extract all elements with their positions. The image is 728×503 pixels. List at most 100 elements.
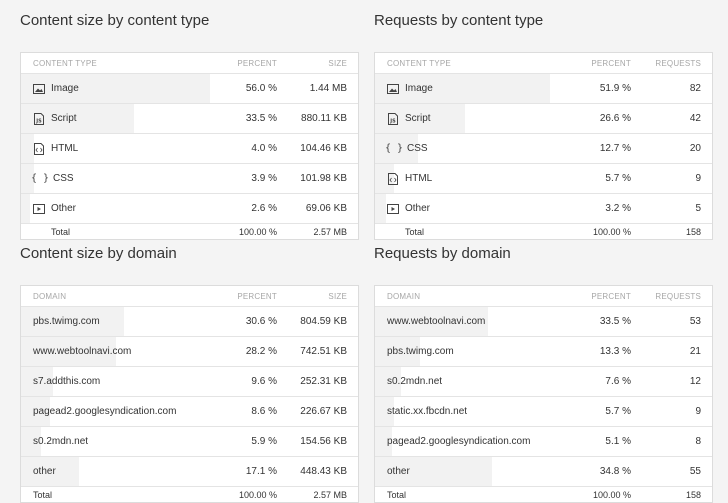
row-label-cell: Other (375, 203, 561, 215)
row-value: 104.46 KB (300, 143, 347, 154)
column-header-requests[interactable]: REQUESTS (631, 292, 712, 301)
row-label-cell: pagead2.googlesyndication.com (21, 406, 207, 417)
row-label-cell: www.webtoolnavi.com (21, 346, 207, 357)
row-label: Other (405, 203, 431, 214)
row-value: 82 (689, 83, 701, 94)
row-value: 154.56 KB (300, 436, 347, 447)
column-header-size[interactable]: SIZE (277, 292, 358, 301)
row-label-cell: www.webtoolnavi.com (375, 316, 561, 327)
table-row[interactable]: Other 2.6 % 69.06 KB (21, 194, 358, 224)
row-percent: 13.3 % (599, 346, 631, 357)
table-row[interactable]: pbs.twimg.com 30.6 % 804.59 KB (21, 307, 358, 337)
row-label: Other (51, 203, 77, 214)
row-percent: 3.2 % (605, 203, 631, 214)
row-label: other (387, 466, 410, 477)
row-value: 53 (689, 316, 701, 327)
row-label: static.xx.fbcdn.net (387, 406, 468, 417)
row-value: 9 (695, 406, 701, 417)
row-label: Image (51, 83, 79, 94)
row-percent: 33.5 % (245, 113, 277, 124)
table-row[interactable]: pbs.twimg.com 13.3 % 21 (375, 337, 712, 367)
total-percent: 100.00 % (238, 489, 277, 500)
table-row[interactable]: { } CSS 12.7 % 20 (375, 134, 712, 164)
column-header-percent[interactable]: PERCENT (561, 292, 631, 301)
total-size: 2.57 MB (313, 489, 347, 500)
row-percent: 5.1 % (605, 436, 631, 447)
row-value: 20 (689, 143, 701, 154)
row-label-cell: Image (21, 83, 207, 95)
html-file-icon (33, 142, 45, 155)
row-label-cell: JS Script (375, 112, 561, 125)
row-value: 42 (689, 113, 701, 124)
row-percent: 5.7 % (605, 406, 631, 417)
css-braces-icon: { } (384, 143, 404, 154)
size-by-type-table: CONTENT TYPE PERCENT SIZE Image 56.0 % 1.4… (20, 52, 359, 240)
other-media-icon (33, 203, 45, 215)
table-row[interactable]: HTML 5.7 % 9 (375, 164, 712, 194)
table-row[interactable]: other 17.1 % 448.43 KB (21, 457, 358, 487)
row-percent: 30.6 % (245, 316, 277, 327)
size-by-domain-table: DOMAIN PERCENT SIZE pbs.twimg.com 30.6 % 8… (20, 285, 359, 503)
table-row[interactable]: static.xx.fbcdn.net 5.7 % 9 (375, 397, 712, 427)
column-header-percent[interactable]: PERCENT (561, 59, 631, 68)
row-label: pbs.twimg.com (33, 316, 100, 327)
total-percent: 100.00 % (238, 226, 277, 237)
column-header-requests[interactable]: REQUESTS (631, 59, 712, 68)
table-row[interactable]: s7.addthis.com 9.6 % 252.31 KB (21, 367, 358, 397)
table-row[interactable]: other 34.8 % 55 (375, 457, 712, 487)
table-row[interactable]: HTML 4.0 % 104.46 KB (21, 134, 358, 164)
script-icon: JS (33, 112, 45, 125)
other-media-icon (387, 203, 399, 215)
column-header-domain[interactable]: DOMAIN (21, 292, 207, 301)
column-header-percent[interactable]: PERCENT (207, 59, 277, 68)
column-header-percent[interactable]: PERCENT (207, 292, 277, 301)
table-header: DOMAIN PERCENT REQUESTS (375, 286, 712, 307)
row-label-cell: pagead2.googlesyndication.com (375, 436, 561, 447)
total-label: Total (33, 489, 53, 500)
column-header-content-type[interactable]: CONTENT TYPE (375, 59, 561, 68)
table-row[interactable]: { } CSS 3.9 % 101.98 KB (21, 164, 358, 194)
row-label: CSS (53, 173, 74, 184)
column-header-size[interactable]: SIZE (277, 59, 358, 68)
row-label: HTML (51, 143, 79, 154)
row-value: 448.43 KB (300, 466, 347, 477)
column-header-content-type[interactable]: CONTENT TYPE (21, 59, 207, 68)
row-label: www.webtoolnavi.com (33, 346, 132, 357)
table-row[interactable]: JS Script 26.6 % 42 (375, 104, 712, 134)
row-label-cell: { } CSS (375, 143, 561, 155)
table-row[interactable]: www.webtoolnavi.com 28.2 % 742.51 KB (21, 337, 358, 367)
table-row[interactable]: www.webtoolnavi.com 33.5 % 53 (375, 307, 712, 337)
column-header-domain[interactable]: DOMAIN (375, 292, 561, 301)
image-icon (387, 83, 399, 95)
row-label: www.webtoolnavi.com (387, 316, 486, 327)
table-row[interactable]: Image 51.9 % 82 (375, 74, 712, 104)
row-label-cell: HTML (375, 172, 561, 185)
table-header: CONTENT TYPE PERCENT REQUESTS (375, 53, 712, 74)
row-label-cell: Image (375, 83, 561, 95)
row-label: Image (405, 83, 433, 94)
table-row[interactable]: JS Script 33.5 % 880.11 KB (21, 104, 358, 134)
table-row[interactable]: Image 56.0 % 1.44 MB (21, 74, 358, 104)
requests-by-type-panel: Requests by content type CONTENT TYPE PE… (374, 10, 713, 240)
row-label: pagead2.googlesyndication.com (387, 436, 531, 447)
panel-title: Content size by domain (20, 245, 177, 262)
row-percent: 5.9 % (251, 436, 277, 447)
panel-title: Content size by content type (20, 12, 210, 29)
table-row[interactable]: Other 3.2 % 5 (375, 194, 712, 224)
row-label: Script (51, 113, 77, 124)
row-percent: 5.7 % (605, 173, 631, 184)
image-icon (33, 83, 45, 95)
row-value: 55 (689, 466, 701, 477)
table-row[interactable]: s0.2mdn.net 7.6 % 12 (375, 367, 712, 397)
row-value: 21 (689, 346, 701, 357)
table-row[interactable]: s0.2mdn.net 5.9 % 154.56 KB (21, 427, 358, 457)
total-percent: 100.00 % (592, 226, 631, 237)
size-by-domain-panel: Content size by domain DOMAIN PERCENT SI… (20, 243, 359, 503)
row-percent: 3.9 % (251, 173, 277, 184)
table-row[interactable]: pagead2.googlesyndication.com 8.6 % 226.67… (21, 397, 358, 427)
table-row[interactable]: pagead2.googlesyndication.com 5.1 % 8 (375, 427, 712, 457)
row-value: 69.06 KB (305, 203, 347, 214)
table-header: CONTENT TYPE PERCENT SIZE (21, 53, 358, 74)
row-percent: 12.7 % (599, 143, 631, 154)
row-label-cell: other (21, 466, 207, 477)
